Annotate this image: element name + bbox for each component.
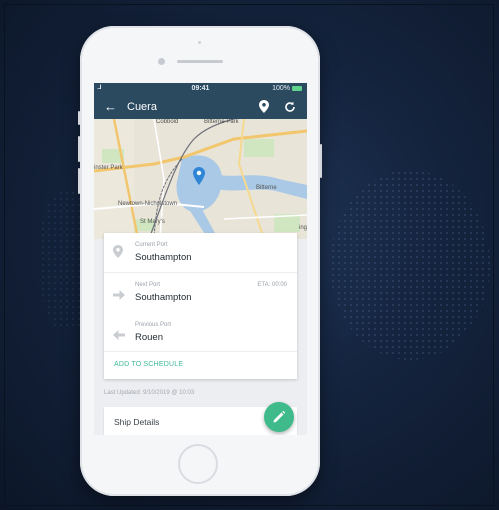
map-label-edge: ing [299,225,307,231]
app-bar: ← Cuera [94,95,307,119]
last-updated-text: Last Updated: 9/10/2019 @ 10:03 [104,390,195,396]
previous-port-row: Previous Port Rouen [104,313,297,352]
volume-up-button [78,136,80,162]
current-port-label: Current Port [135,242,168,248]
world-map-dots [330,170,490,360]
earpiece-speaker [177,60,223,63]
status-bar: ....ll 09:41 100% [94,83,307,95]
current-port-row: Current Port Southampton [104,233,297,272]
page-title: Cuera [127,101,157,113]
next-port-label: Next Port [135,282,161,288]
arrow-right-icon [113,287,125,305]
eta-value: ETA: 00:00 [257,282,287,288]
map-label-st-marys: St Mary's [140,219,165,225]
map-label-newtown: Newtown-Nicholstown [118,201,178,207]
home-button[interactable] [178,444,218,484]
power-button [320,144,322,178]
previous-port-value: Rouen [135,332,163,343]
mute-switch [78,111,80,125]
back-arrow-icon[interactable]: ← [104,99,117,114]
map-label-bitterne-park: Bitterne Park [204,119,239,125]
front-camera [158,58,165,65]
next-port-value: Southampton [135,292,192,303]
battery-icon [292,86,302,91]
map-label-bitterne: Bitterne [256,185,277,191]
sensor [198,41,201,44]
app-screen: ....ll 09:41 100% ← Cuera Cobbold Bitter… [94,83,307,435]
battery-percentage: 100% [272,85,290,92]
map-label-inster-park: inster Park [94,165,123,171]
current-port-value: Southampton [135,252,192,263]
map-pin-icon [113,245,123,263]
next-port-row: Next Port ETA: 00:00 Southampton [104,273,297,312]
map-view[interactable]: Cobbold Bitterne Park inster Park Bitter… [94,119,307,239]
divider [104,351,297,352]
pencil-icon [273,410,286,423]
phone-device: ....ll 09:41 100% ← Cuera Cobbold Bitter… [78,26,322,496]
edit-fab-button[interactable] [264,402,294,432]
volume-down-button [78,168,80,194]
ship-details-label: Ship Details [114,417,160,427]
map-label-cobbold: Cobbold [156,119,179,125]
location-pin-icon[interactable] [259,100,269,118]
previous-port-label: Previous Port [135,322,172,328]
add-to-schedule-link[interactable]: ADD TO SCHEDULE [114,361,183,368]
refresh-icon[interactable] [284,100,296,118]
ports-card: Current Port Southampton Next Port ETA: … [104,233,297,379]
arrow-left-icon [113,327,125,345]
